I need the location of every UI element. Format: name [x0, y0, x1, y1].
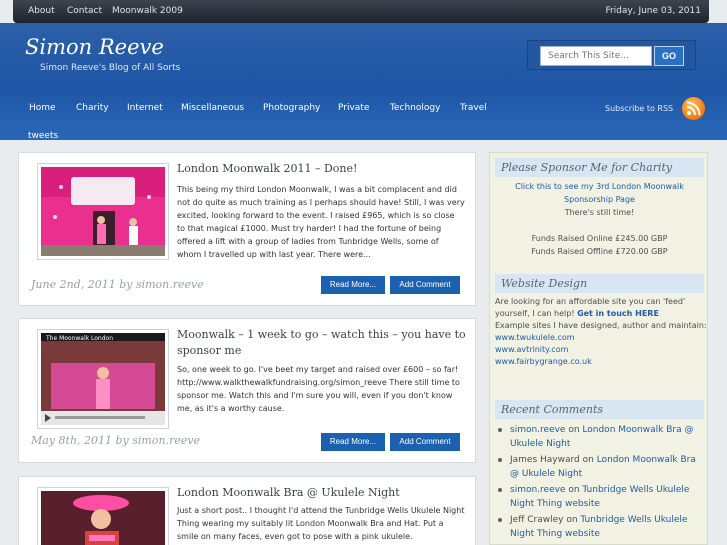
funds-online: Funds Raised Online £245.00 GBP — [531, 234, 668, 243]
design-text-examples: Example sites I have designed, author an… — [495, 321, 707, 330]
site-header: Simon Reeve Simon Reeve's Blog of All So… — [0, 23, 727, 140]
site-title[interactable]: Simon Reeve — [25, 35, 164, 59]
post-excerpt: Just a short post.. I thought I'd attend… — [177, 506, 465, 541]
comment-on: on — [563, 515, 581, 525]
nav-item-technology[interactable]: Technology — [390, 103, 440, 113]
post-video-thumbnail[interactable]: The Moonwalk London — [37, 329, 169, 429]
post-excerpt: So, one week to go. I've beet my target … — [177, 365, 460, 413]
post-title[interactable]: London Moonwalk Bra @ Ukulele Night — [177, 485, 467, 501]
post-title[interactable]: London Moonwalk 2011 – Done! — [177, 161, 467, 177]
sponsor-widget-title: Please Sponsor Me for Charity — [495, 158, 704, 177]
site-link-avtrinity[interactable]: www.avtrinity.com — [495, 344, 707, 356]
moonwalk-photo — [41, 167, 165, 256]
search-box: GO — [527, 40, 696, 70]
post-title[interactable]: Moonwalk – 1 week to go – watch this – y… — [177, 327, 467, 359]
comment-on: on — [579, 455, 597, 465]
funds-offline: Funds Raised Offline £720.00 GBP — [531, 247, 668, 256]
nav-item-private[interactable]: Private — [338, 103, 369, 113]
video-player-frame — [41, 333, 165, 425]
post-meta: May 8th, 2011 by simon.reeve — [31, 434, 201, 447]
rss-label[interactable]: Subscribe to RSS — [605, 104, 673, 113]
post-meta: June 2nd, 2011 by simon.reeve — [31, 278, 204, 291]
comments-widget-title: Recent Comments — [495, 400, 704, 419]
design-widget: Are looking for an affordable site you c… — [495, 296, 707, 368]
nav-item-home[interactable]: Home — [29, 103, 56, 113]
comment-author[interactable]: simon.reeve — [510, 425, 565, 435]
comment-item: simon.reeve on London Moonwalk Bra @ Uku… — [498, 423, 702, 451]
read-more-button[interactable]: Read More... — [321, 276, 385, 294]
search-input[interactable] — [540, 46, 652, 66]
site-link-twukulele[interactable]: www.twukulele.com — [495, 332, 707, 344]
comment-author: Jeff Crawley — [510, 515, 564, 525]
comment-author[interactable]: simon.reeve — [510, 485, 565, 495]
post-thumbnail[interactable] — [37, 163, 169, 260]
comment-on: on — [565, 425, 583, 435]
sponsor-note: There's still time! — [564, 208, 635, 217]
nav-item-internet[interactable]: Internet — [127, 103, 163, 113]
comment-item: Jeff Crawley on Tunbridge Wells Ukulele … — [498, 513, 702, 541]
top-bar: About Contact Moonwalk 2009 Friday, June… — [13, 0, 709, 23]
post-thumbnail[interactable] — [37, 487, 169, 545]
comment-item: simon.reeve on Tunbridge Wells Ukulele N… — [498, 483, 702, 511]
post-card: London Moonwalk 2011 – Done! This being … — [18, 152, 476, 306]
nav-item-travel[interactable]: Travel — [460, 103, 487, 113]
post-excerpt: This being my third London Moonwalk, I w… — [177, 185, 465, 259]
ukulele-night-photo — [41, 491, 165, 545]
comment-author: James Hayward — [510, 455, 580, 465]
get-in-touch-link[interactable]: Get in touch HERE — [577, 309, 659, 318]
site-link-fairbygrange[interactable]: www.fairbygrange.co.uk — [495, 356, 707, 368]
nav-item-tweets[interactable]: tweets — [28, 131, 58, 141]
current-date: Friday, June 03, 2011 — [605, 6, 701, 16]
sponsor-page-link-line2[interactable]: Sponsorship Page — [495, 193, 704, 206]
nav-item-miscellaneous[interactable]: Miscellaneous — [181, 103, 244, 113]
top-link-moonwalk-2009[interactable]: Moonwalk 2009 — [112, 6, 183, 16]
read-more-button[interactable]: Read More... — [321, 433, 385, 451]
top-link-contact[interactable]: Contact — [67, 6, 102, 16]
top-link-about[interactable]: About — [28, 6, 55, 16]
sponsor-widget: Click this to see my 3rd London Moonwalk… — [495, 180, 704, 258]
add-comment-button[interactable]: Add Comment — [390, 433, 460, 451]
comment-item: James Hayward on London Moonwalk Bra @ U… — [498, 453, 702, 481]
search-go-button[interactable]: GO — [654, 46, 684, 66]
video-caption: The Moonwalk London — [46, 335, 114, 342]
site-tagline: Simon Reeve's Blog of All Sorts — [40, 63, 181, 73]
design-widget-title: Website Design — [495, 274, 704, 293]
post-card: The Moonwalk London Moonwalk – 1 week to… — [18, 318, 476, 463]
comment-on: on — [565, 485, 583, 495]
sidebar: Please Sponsor Me for Charity Click this… — [489, 152, 708, 545]
sponsor-page-link[interactable]: Click this to see my 3rd London Moonwalk — [495, 180, 704, 193]
post-card: London Moonwalk Bra @ Ukulele Night Just… — [18, 476, 476, 545]
nav-item-charity[interactable]: Charity — [76, 103, 109, 113]
rss-icon[interactable] — [682, 97, 705, 120]
add-comment-button[interactable]: Add Comment — [390, 276, 460, 294]
nav-item-photography[interactable]: Photography — [263, 103, 320, 113]
